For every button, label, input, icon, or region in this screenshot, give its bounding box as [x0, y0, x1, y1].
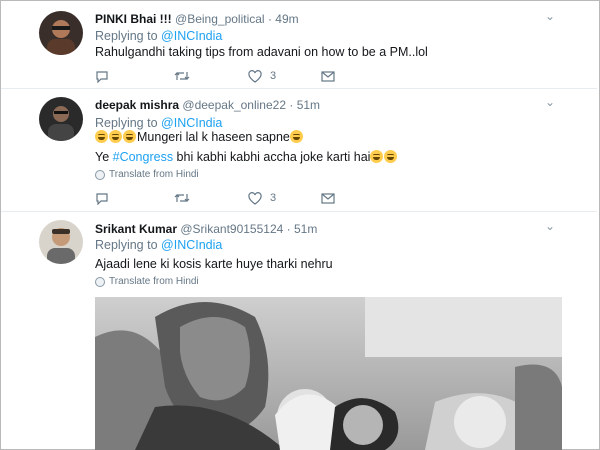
like-button[interactable]: 3 [248, 68, 276, 84]
user-handle[interactable]: @Srikant90155124 [180, 222, 283, 236]
joy-emoji-icon [289, 130, 303, 143]
user-handle[interactable]: @Being_political [175, 12, 265, 26]
display-name[interactable]: deepak mishra [95, 98, 179, 112]
avatar[interactable] [39, 97, 83, 141]
direct-message-button[interactable] [321, 68, 335, 84]
translate-link[interactable]: Translate from Hindi [95, 169, 199, 180]
envelope-icon [321, 192, 335, 204]
tweet-text-line: Ye #Congress bhi kabhi kabhi accha joke … [95, 147, 398, 167]
tweet-text-segment: Ye [95, 150, 113, 164]
separator: · [286, 222, 291, 236]
translate-link[interactable]: Translate from Hindi [95, 276, 199, 287]
tweet-text-segment: Mungeri lal k haseen sapne [137, 130, 290, 144]
tweet-text-line: Mungeri lal k haseen sapne [95, 127, 398, 147]
chevron-down-icon[interactable]: ⌄ [545, 219, 555, 233]
retweet-button[interactable] [174, 68, 190, 84]
like-button[interactable]: 3 [248, 190, 276, 206]
like-count: 3 [270, 70, 277, 82]
joy-emoji-icon [109, 130, 122, 143]
avatar[interactable] [39, 220, 83, 264]
reply-button[interactable] [95, 190, 109, 206]
joy-emoji-icon [123, 130, 136, 143]
tweet-text-segment: bhi kabhi kabhi accha joke karti hai [173, 150, 371, 164]
globe-icon [95, 169, 105, 180]
display-name[interactable]: PINKI Bhai !!! [95, 12, 172, 26]
reply-icon [96, 70, 108, 83]
direct-message-button[interactable] [321, 190, 335, 206]
tweet-text: Ajaadi lene ki kosis karte huye tharki n… [95, 254, 333, 274]
avatar[interactable] [39, 11, 83, 55]
translate-label: Translate from Hindi [109, 169, 199, 180]
user-handle[interactable]: @deepak_online22 [182, 98, 286, 112]
globe-icon [95, 276, 105, 287]
display-name[interactable]: Srikant Kumar [95, 222, 177, 236]
like-count: 3 [270, 192, 277, 204]
timestamp[interactable]: 51m [294, 222, 317, 236]
heart-icon [248, 191, 262, 205]
hashtag-link[interactable]: #Congress [113, 150, 173, 164]
reply-icon [96, 192, 108, 205]
tweet-text: Mungeri lal k haseen sapne Ye #Congress … [95, 127, 398, 167]
replying-label: Replying to [95, 29, 158, 43]
mention-link[interactable]: @INCIndia [161, 29, 222, 43]
chevron-down-icon[interactable]: ⌄ [545, 9, 555, 23]
envelope-icon [321, 70, 335, 82]
tweet-photo[interactable] [95, 297, 562, 450]
retweet-icon [174, 194, 190, 202]
joy-emoji-icon [384, 150, 398, 163]
tweet-text-line: Ajaadi lene ki kosis karte huye tharki n… [95, 257, 333, 271]
replying-label: Replying to [95, 238, 158, 252]
reply-button[interactable] [95, 68, 109, 84]
timestamp[interactable]: 49m [275, 12, 298, 26]
mention-link[interactable]: @INCIndia [161, 238, 222, 252]
reply-tweet[interactable]: PINKI Bhai !!! @Being_political · 49m ⌄ … [1, 1, 597, 89]
separator: · [267, 12, 272, 26]
reply-tweet[interactable]: deepak mishra @deepak_online22 · 51m ⌄ R… [1, 89, 597, 212]
translate-label: Translate from Hindi [109, 276, 199, 287]
separator: · [289, 98, 294, 112]
joy-emoji-icon [95, 130, 108, 143]
retweet-icon [174, 72, 190, 80]
heart-icon [248, 69, 262, 83]
chevron-down-icon[interactable]: ⌄ [545, 95, 555, 109]
tweet-text: Rahulgandhi taking tips from adavani on … [95, 42, 428, 62]
tweet-text-line: Rahulgandhi taking tips from adavani on … [95, 45, 428, 59]
timestamp[interactable]: 51m [297, 98, 320, 112]
joy-emoji-icon [370, 150, 384, 163]
retweet-button[interactable] [174, 190, 190, 206]
